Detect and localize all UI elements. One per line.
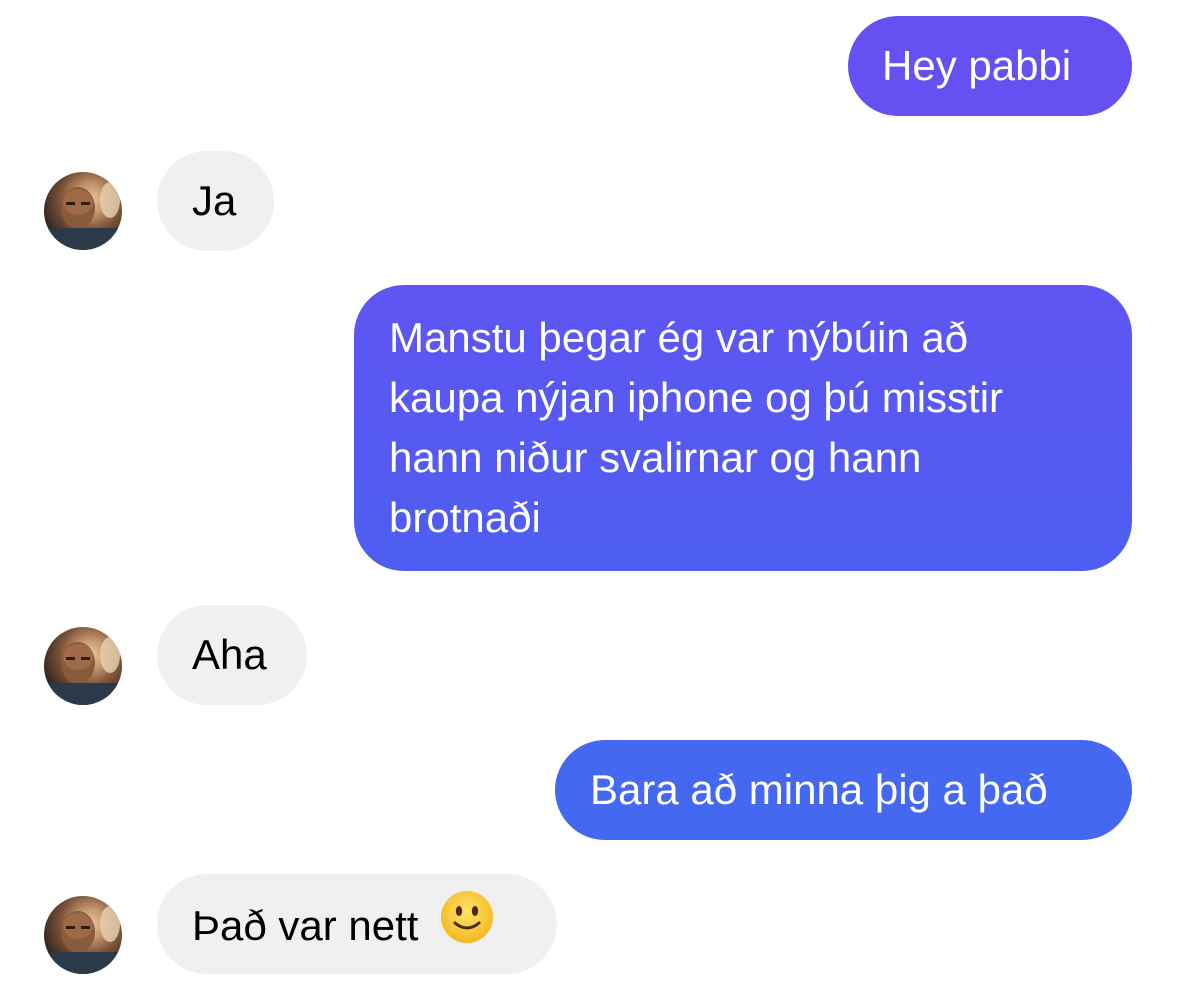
slightly-smiling-face-icon xyxy=(440,890,494,960)
avatar-photo-icon xyxy=(44,906,122,974)
message-text-line: Manstu þegar ég var nýbúin að xyxy=(389,314,969,361)
contact-avatar[interactable] xyxy=(44,896,122,974)
message-text: Hey pabbi xyxy=(882,42,1072,89)
message-text: Aha xyxy=(192,631,267,678)
message-bubble-incoming[interactable]: Það var nett xyxy=(157,874,557,974)
message-bubble-incoming[interactable]: Ja xyxy=(157,151,274,251)
message-thread: Hey pabbi Ja Manstu þegar ég var nýbúin … xyxy=(0,0,1200,994)
message-text: Ja xyxy=(192,177,237,224)
avatar-photo-icon xyxy=(44,182,122,250)
contact-avatar[interactable] xyxy=(44,172,122,250)
message-text-line: hann niður svalirnar og hann xyxy=(389,434,922,481)
message-bubble-outgoing[interactable]: Manstu þegar ég var nýbúin að kaupa nýja… xyxy=(354,285,1132,571)
avatar-photo-icon xyxy=(44,637,122,705)
message-bubble-outgoing[interactable]: Bara að minna þig a það xyxy=(555,740,1132,840)
message-text-line: brotnaði xyxy=(389,494,541,541)
message-text: Bara að minna þig a það xyxy=(590,766,1048,813)
message-bubble-outgoing[interactable]: Hey pabbi xyxy=(848,16,1132,116)
message-text: Það var nett xyxy=(192,902,419,950)
contact-avatar[interactable] xyxy=(44,627,122,705)
message-bubble-incoming[interactable]: Aha xyxy=(157,605,307,705)
message-text-line: kaupa nýjan iphone og þú misstir xyxy=(389,374,1004,421)
